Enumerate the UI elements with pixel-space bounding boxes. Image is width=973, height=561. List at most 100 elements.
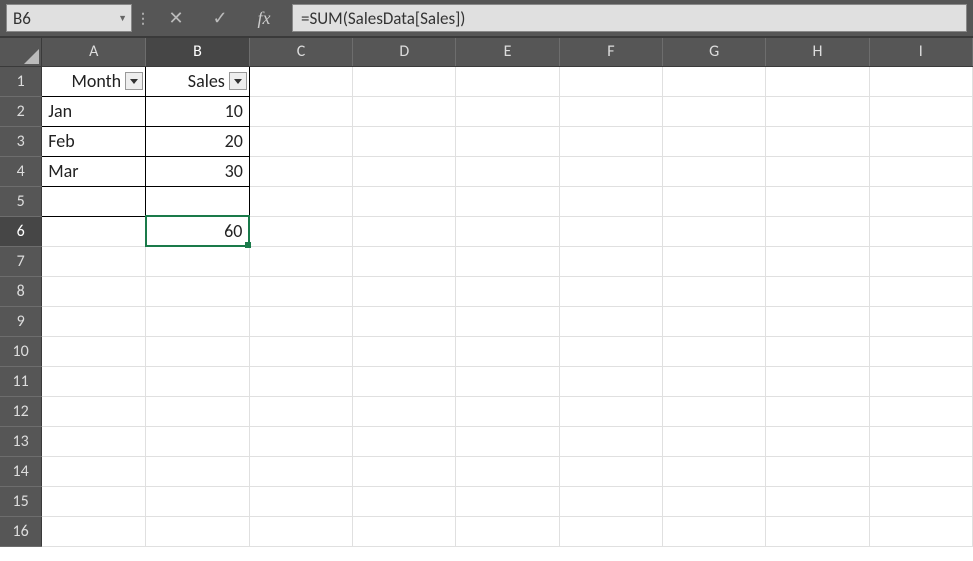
insert-function-button[interactable]: fx: [242, 4, 286, 32]
cell-F2[interactable]: [559, 96, 662, 126]
cell-G8[interactable]: [663, 276, 766, 306]
cell-G11[interactable]: [663, 366, 766, 396]
cell-E15[interactable]: [456, 486, 559, 516]
cell-B13[interactable]: [146, 426, 250, 456]
cell-G6[interactable]: [663, 216, 766, 246]
cell-A9[interactable]: [42, 306, 146, 336]
cell-E1[interactable]: [456, 66, 559, 96]
cell-G3[interactable]: [663, 126, 766, 156]
cell-D10[interactable]: [353, 336, 456, 366]
cell-F8[interactable]: [559, 276, 662, 306]
cell-B11[interactable]: [146, 366, 250, 396]
row-header-2[interactable]: 2: [0, 96, 42, 126]
cell-G9[interactable]: [663, 306, 766, 336]
cell-F7[interactable]: [559, 246, 662, 276]
cell-F9[interactable]: [559, 306, 662, 336]
column-header-F[interactable]: F: [559, 38, 662, 66]
cell-F3[interactable]: [559, 126, 662, 156]
cell-G13[interactable]: [663, 426, 766, 456]
cell-H2[interactable]: [766, 96, 869, 126]
cell-E6[interactable]: [456, 216, 559, 246]
column-header-D[interactable]: D: [353, 38, 456, 66]
cell-F14[interactable]: [559, 456, 662, 486]
cell-I11[interactable]: [869, 366, 972, 396]
cell-F1[interactable]: [559, 66, 662, 96]
cell-I4[interactable]: [869, 156, 972, 186]
cell-B6[interactable]: 60: [146, 216, 250, 246]
cell-F11[interactable]: [559, 366, 662, 396]
cell-H4[interactable]: [766, 156, 869, 186]
cell-G10[interactable]: [663, 336, 766, 366]
cell-I14[interactable]: [869, 456, 972, 486]
column-header-A[interactable]: A: [42, 38, 146, 66]
cell-D8[interactable]: [353, 276, 456, 306]
cell-I10[interactable]: [869, 336, 972, 366]
cell-D9[interactable]: [353, 306, 456, 336]
cell-C12[interactable]: [249, 396, 352, 426]
cell-D14[interactable]: [353, 456, 456, 486]
cell-F12[interactable]: [559, 396, 662, 426]
cell-C9[interactable]: [249, 306, 352, 336]
name-box-dropdown-icon[interactable]: ▼: [118, 13, 127, 24]
cell-B7[interactable]: [146, 246, 250, 276]
row-header-13[interactable]: 13: [0, 426, 42, 456]
cell-E5[interactable]: [456, 186, 559, 216]
cell-I7[interactable]: [869, 246, 972, 276]
column-header-B[interactable]: B: [146, 38, 250, 66]
cell-H16[interactable]: [766, 516, 869, 546]
cell-H8[interactable]: [766, 276, 869, 306]
cell-H7[interactable]: [766, 246, 869, 276]
cell-C16[interactable]: [249, 516, 352, 546]
cell-F15[interactable]: [559, 486, 662, 516]
cell-D5[interactable]: [353, 186, 456, 216]
cell-D4[interactable]: [353, 156, 456, 186]
cell-B3[interactable]: 20: [146, 126, 250, 156]
cell-I13[interactable]: [869, 426, 972, 456]
cell-G1[interactable]: [663, 66, 766, 96]
cell-B14[interactable]: [146, 456, 250, 486]
cell-C5[interactable]: [249, 186, 352, 216]
cell-B15[interactable]: [146, 486, 250, 516]
cell-E3[interactable]: [456, 126, 559, 156]
cell-C13[interactable]: [249, 426, 352, 456]
cell-G12[interactable]: [663, 396, 766, 426]
cell-B5[interactable]: [146, 186, 250, 216]
cell-E7[interactable]: [456, 246, 559, 276]
cell-B10[interactable]: [146, 336, 250, 366]
cell-G14[interactable]: [663, 456, 766, 486]
cell-A3[interactable]: Feb: [42, 126, 146, 156]
cell-H13[interactable]: [766, 426, 869, 456]
cell-I1[interactable]: [869, 66, 972, 96]
cell-D15[interactable]: [353, 486, 456, 516]
cell-H11[interactable]: [766, 366, 869, 396]
cell-E16[interactable]: [456, 516, 559, 546]
cell-A1[interactable]: Month: [42, 66, 146, 96]
cell-B8[interactable]: [146, 276, 250, 306]
filter-button-A[interactable]: [125, 72, 143, 90]
cell-G2[interactable]: [663, 96, 766, 126]
cell-G16[interactable]: [663, 516, 766, 546]
column-header-C[interactable]: C: [249, 38, 352, 66]
cell-D3[interactable]: [353, 126, 456, 156]
cell-A14[interactable]: [42, 456, 146, 486]
cell-B2[interactable]: 10: [146, 96, 250, 126]
confirm-button[interactable]: ✓: [198, 4, 242, 32]
formula-input[interactable]: =SUM(SalesData[Sales]): [292, 4, 967, 32]
cell-D1[interactable]: [353, 66, 456, 96]
cell-C3[interactable]: [249, 126, 352, 156]
column-header-E[interactable]: E: [456, 38, 559, 66]
cell-E14[interactable]: [456, 456, 559, 486]
row-header-1[interactable]: 1: [0, 66, 42, 96]
cell-F4[interactable]: [559, 156, 662, 186]
row-header-3[interactable]: 3: [0, 126, 42, 156]
cell-F10[interactable]: [559, 336, 662, 366]
cell-H5[interactable]: [766, 186, 869, 216]
cell-F13[interactable]: [559, 426, 662, 456]
cell-G7[interactable]: [663, 246, 766, 276]
row-header-16[interactable]: 16: [0, 516, 42, 546]
cell-A15[interactable]: [42, 486, 146, 516]
cell-I8[interactable]: [869, 276, 972, 306]
cell-H10[interactable]: [766, 336, 869, 366]
cell-E13[interactable]: [456, 426, 559, 456]
cancel-button[interactable]: ✕: [154, 4, 198, 32]
